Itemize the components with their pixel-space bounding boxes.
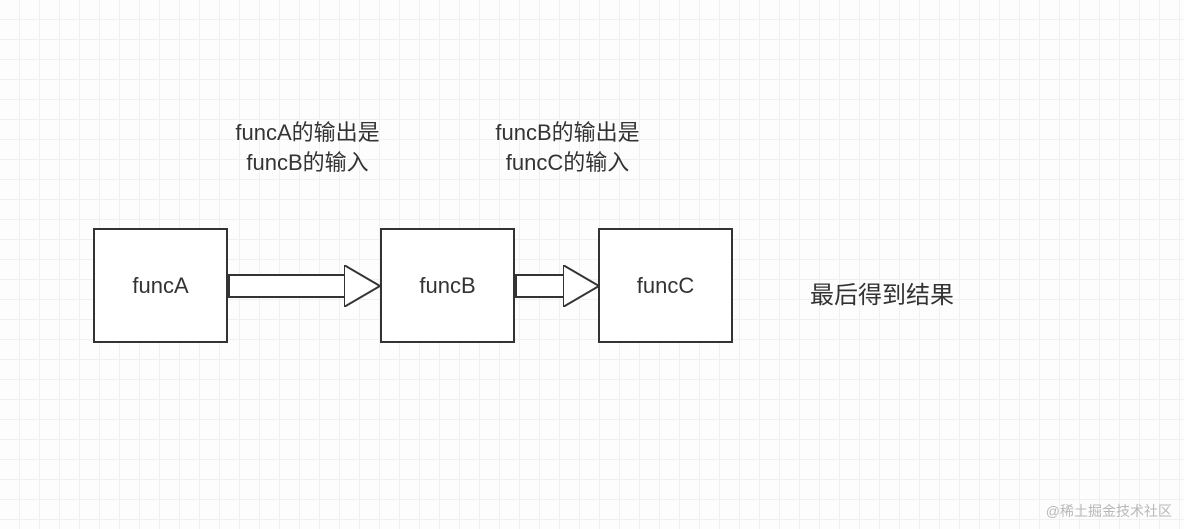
label-ab-line1: funcA的输出是	[200, 118, 415, 148]
flow-diagram: funcA funcB funcC funcA的输出是 funcB的输入 fun…	[0, 0, 1184, 529]
box-funcB: funcB	[380, 228, 515, 343]
result-label: 最后得到结果	[810, 275, 954, 310]
watermark: @稀土掘金技术社区	[1046, 501, 1172, 521]
label-bc-line2: funcC的输入	[460, 148, 675, 178]
arrow-b-to-c	[515, 265, 598, 307]
arrow-a-to-b	[228, 265, 380, 307]
box-funcB-label: funcB	[419, 273, 475, 299]
label-a-to-b: funcA的输出是 funcB的输入	[200, 118, 415, 177]
box-funcC-label: funcC	[637, 273, 694, 299]
label-bc-line1: funcB的输出是	[460, 118, 675, 148]
box-funcC: funcC	[598, 228, 733, 343]
box-funcA-label: funcA	[132, 273, 188, 299]
label-ab-line2: funcB的输入	[200, 148, 415, 178]
box-funcA: funcA	[93, 228, 228, 343]
label-b-to-c: funcB的输出是 funcC的输入	[460, 118, 675, 177]
